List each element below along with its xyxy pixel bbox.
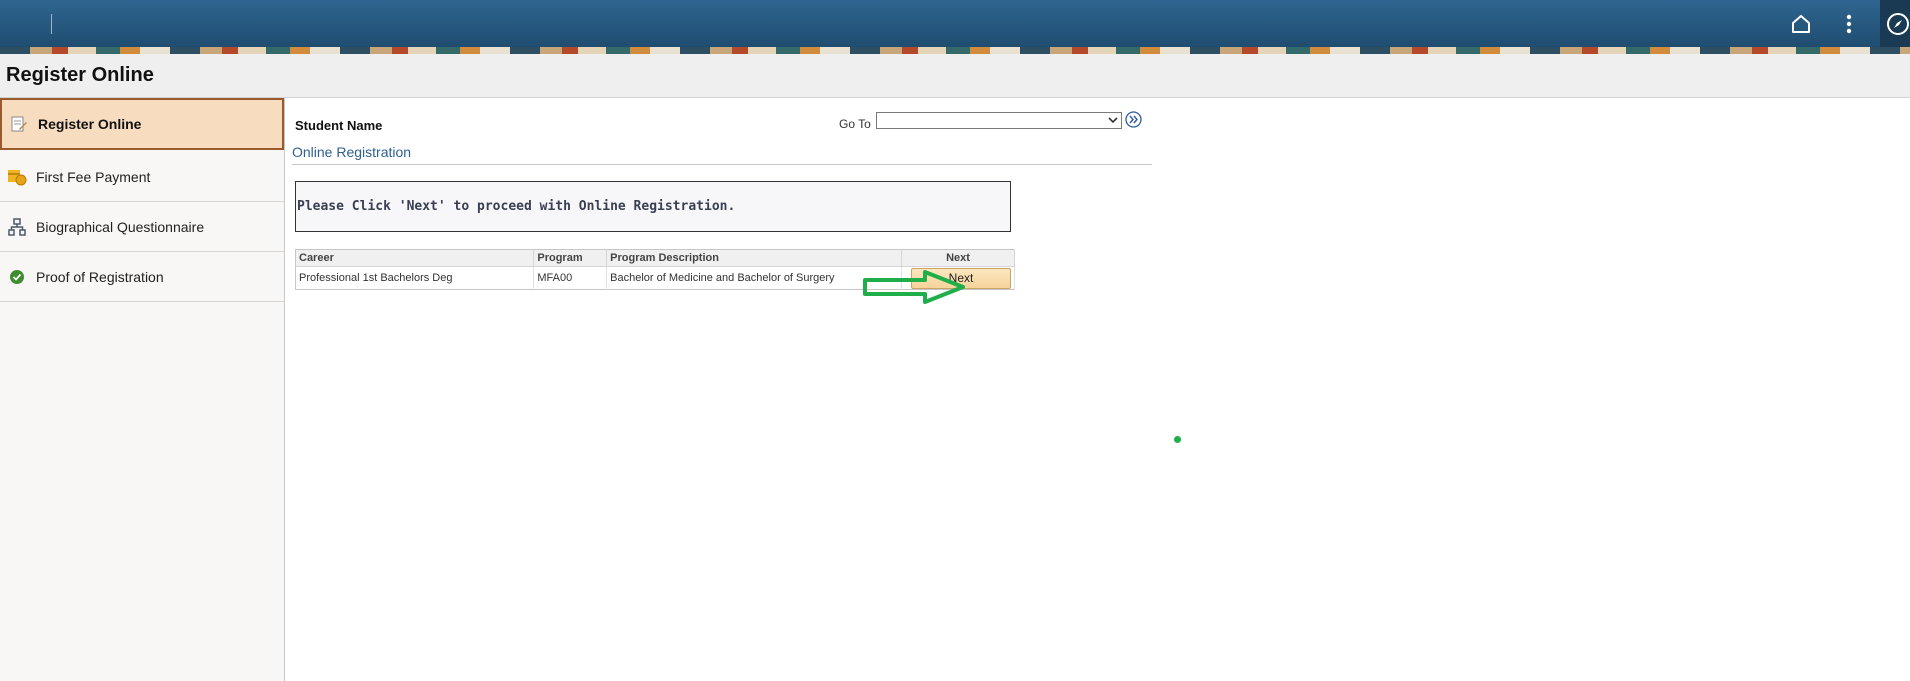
column-header-program-description: Program Description — [606, 249, 902, 267]
goto-select[interactable] — [876, 112, 1122, 129]
edit-document-icon — [9, 114, 29, 134]
check-circle-icon — [7, 267, 27, 287]
header-divider — [51, 14, 52, 34]
sidebar-item-label: First Fee Payment — [36, 168, 151, 185]
sidebar-item-first-fee-payment[interactable]: First Fee Payment — [0, 152, 284, 202]
section-divider — [292, 164, 1152, 165]
sidebar-item-label: Proof of Registration — [36, 268, 164, 285]
more-vertical-icon[interactable] — [1833, 8, 1865, 40]
student-name-label: Student Name — [295, 118, 383, 133]
section-title: Online Registration — [292, 144, 412, 160]
program-description-cell: Bachelor of Medicine and Bachelor of Sur… — [606, 266, 902, 290]
sidebar-item-label: Biographical Questionnaire — [36, 218, 205, 235]
chevron-down-icon — [1108, 117, 1118, 124]
top-navigation-bar — [0, 0, 1910, 47]
sidebar-item-register-online[interactable]: Register Online — [0, 98, 284, 150]
home-icon[interactable] — [1785, 8, 1817, 40]
org-chart-icon — [7, 217, 27, 237]
sidebar-item-proof-of-registration[interactable]: Proof of Registration — [0, 252, 284, 302]
page-title: Register Online — [6, 64, 154, 86]
green-arrow-annotation — [863, 270, 965, 304]
career-cell: Professional 1st Bachelors Deg — [295, 266, 535, 290]
goto-go-button[interactable] — [1125, 111, 1142, 128]
instruction-box: Please Click 'Next' to proceed with Onli… — [295, 181, 1011, 232]
sidebar-item-label: Register Online — [38, 116, 142, 132]
green-dot-marker — [1174, 436, 1181, 443]
sidebar: Register Online First Fee Payment Biogra… — [0, 98, 285, 681]
program-cell: MFA00 — [533, 266, 608, 290]
instruction-text: Please Click 'Next' to proceed with Onli… — [297, 199, 736, 214]
column-header-career: Career — [295, 249, 535, 267]
grid-header-row: Career Program Program Description Next — [295, 249, 1015, 267]
column-header-next: Next — [901, 249, 1015, 267]
navigator-button[interactable] — [1880, 0, 1910, 47]
payment-icon — [7, 167, 27, 187]
decorative-banner — [0, 47, 1910, 54]
goto-label: Go To — [839, 117, 871, 131]
navigator-compass-icon — [1887, 13, 1909, 35]
column-header-program: Program — [533, 249, 608, 267]
double-chevron-right-icon — [1125, 111, 1142, 128]
sidebar-item-biographical-questionnaire[interactable]: Biographical Questionnaire — [0, 202, 284, 252]
page-header: Register Online — [0, 54, 1910, 98]
